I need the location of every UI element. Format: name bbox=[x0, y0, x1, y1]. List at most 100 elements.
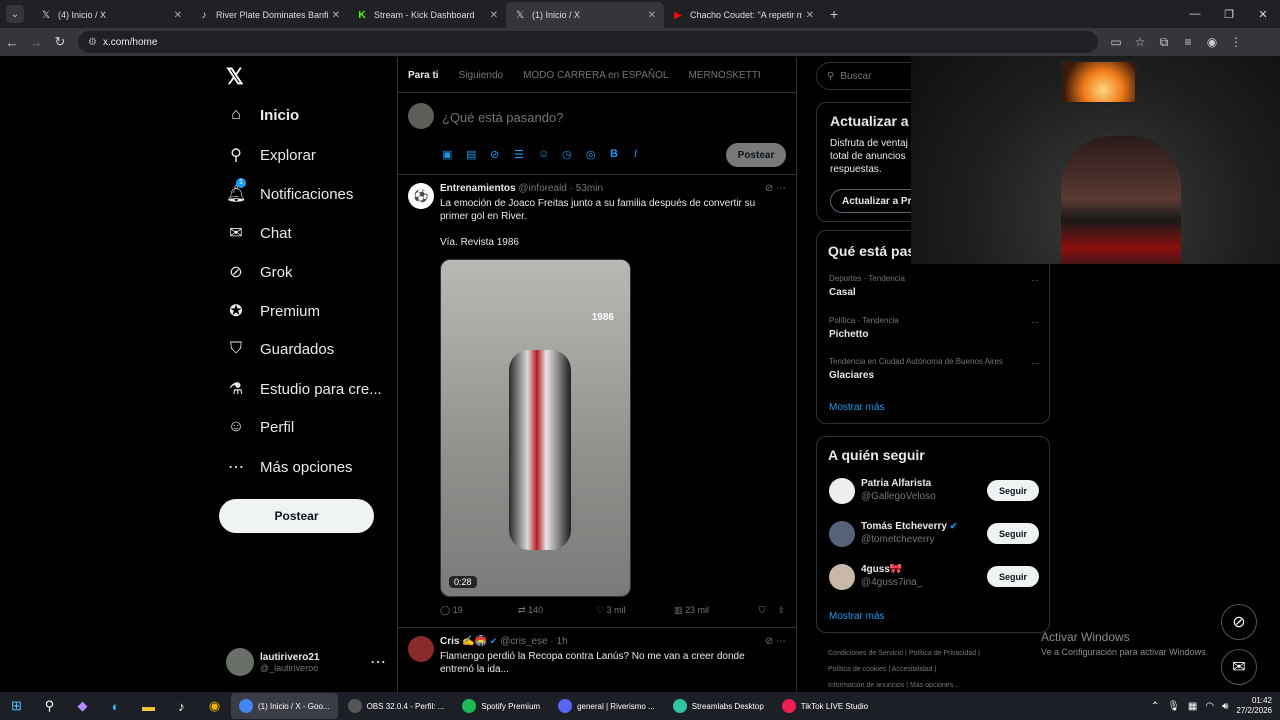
file-explorer-icon[interactable]: ▬ bbox=[132, 699, 165, 714]
tab-siguiendo[interactable]: Siguiendo bbox=[459, 70, 503, 81]
footer-link[interactable]: Condiciones de Servicio bbox=[828, 650, 903, 657]
close-icon[interactable]: ✕ bbox=[490, 10, 498, 21]
footer-link[interactable]: Política de Privacidad bbox=[909, 650, 976, 657]
grok-icon[interactable]: ⊘ bbox=[765, 183, 773, 194]
grok-icon[interactable]: ⊘ bbox=[1221, 604, 1257, 640]
footer-link[interactable]: Más opciones ... bbox=[910, 682, 961, 689]
tweet-handle[interactable]: @cris_ese bbox=[500, 636, 547, 647]
nav-item-explorar[interactable]: ⚲ Explorar bbox=[226, 145, 316, 165]
browser-tab-active[interactable]: 𝕏 (1) Inicio / X ✕ bbox=[506, 2, 664, 28]
nav-item-notificaciones[interactable]: 🔔︎ 1 Notificaciones bbox=[226, 178, 353, 204]
tweet[interactable]: ⚽ Entrenamientos @inforeald · 53min ⊘ ⋯ … bbox=[398, 175, 796, 628]
volume-icon[interactable]: 🔊︎ bbox=[1222, 701, 1228, 712]
tiktok-icon[interactable]: ♪ bbox=[165, 699, 198, 714]
site-info-icon[interactable]: ⚙ bbox=[88, 37, 97, 48]
more-icon[interactable]: ⋯ bbox=[1031, 276, 1039, 285]
extensions-icon[interactable]: ⧉ bbox=[1152, 35, 1176, 50]
footer-link[interactable]: Política de cookies bbox=[828, 666, 886, 673]
schedule-icon[interactable]: ◷ bbox=[562, 148, 586, 161]
forward-button[interactable]: → bbox=[24, 35, 48, 50]
nav-item-chat[interactable]: ✉ Chat bbox=[226, 223, 291, 243]
tab-para-ti[interactable]: Para ti bbox=[408, 70, 439, 81]
copilot-icon[interactable]: ◆ bbox=[66, 698, 99, 714]
menu-icon[interactable]: ⋮ bbox=[1224, 35, 1248, 50]
tab-mernosketti[interactable]: MERNOSKETTI bbox=[688, 70, 760, 81]
bold-icon[interactable]: B bbox=[610, 148, 634, 161]
like-button[interactable]: ♡ 3 mil bbox=[596, 605, 674, 616]
account-switcher[interactable]: lautirivero21 @_lautiriveroo ⋯ bbox=[226, 648, 386, 676]
taskbar-app[interactable]: (1) Inicio / X - Goo... bbox=[231, 693, 338, 719]
taskbar-app[interactable]: Spotify Premium bbox=[454, 693, 548, 719]
search-icon[interactable]: ⚲ bbox=[33, 698, 66, 714]
share-icon[interactable]: ⇪ bbox=[777, 605, 785, 616]
more-icon[interactable]: ⋯ bbox=[1031, 359, 1039, 368]
close-icon[interactable]: ✕ bbox=[806, 10, 814, 21]
tweet-author[interactable]: Cris ✍️🏟️ bbox=[440, 636, 487, 647]
browser-tab[interactable]: ♪River Plate Dominates Banfield✕ bbox=[190, 2, 348, 28]
show-more-link[interactable]: Mostrar más bbox=[829, 402, 885, 413]
tweet-time[interactable]: 1h bbox=[557, 636, 568, 647]
reply-button[interactable]: ◯ 19 bbox=[440, 605, 518, 616]
nav-item-mas-opciones[interactable]: ⋯ Más opciones bbox=[226, 457, 353, 477]
trend-item[interactable]: Tendencia en Ciudad Autónoma de Buenos A… bbox=[829, 357, 1039, 381]
follow-item[interactable]: Patria Alfarista @GallegoVeloso Seguir bbox=[829, 476, 1039, 506]
tweet-time[interactable]: 53min bbox=[576, 183, 603, 194]
more-icon[interactable]: ⋯ bbox=[776, 636, 786, 647]
close-icon[interactable]: ✕ bbox=[174, 10, 182, 21]
taskbar-app[interactable]: Streamlabs Desktop bbox=[665, 693, 772, 719]
nav-item-grok[interactable]: ⊘ Grok bbox=[226, 262, 292, 282]
close-icon[interactable]: ✕ bbox=[648, 10, 656, 21]
bookmark-icon[interactable]: ⛉ bbox=[759, 605, 766, 616]
taskbar-app[interactable]: general | Riverismo ... bbox=[550, 693, 663, 719]
more-icon[interactable]: ⋯ bbox=[776, 183, 786, 194]
post-button[interactable]: Postear bbox=[219, 499, 374, 533]
chrome-icon[interactable]: ◉ bbox=[198, 698, 231, 714]
italic-icon[interactable]: I bbox=[634, 148, 658, 161]
views-button[interactable]: ▥ 23 mil bbox=[674, 605, 752, 616]
wifi-icon[interactable]: ◠ bbox=[1205, 701, 1214, 712]
more-icon[interactable]: ⋯ bbox=[1031, 318, 1039, 327]
browser-tab[interactable]: 𝕏 (4) Inicio / X ✕ bbox=[32, 2, 190, 28]
image-icon[interactable]: ▣ bbox=[442, 148, 466, 161]
show-more-link[interactable]: Mostrar más bbox=[829, 611, 885, 622]
trend-item[interactable]: Deportes · Tendencia Casal ⋯ bbox=[829, 274, 1039, 298]
retweet-button[interactable]: ⇄ 140 bbox=[518, 605, 596, 616]
grok-icon[interactable]: ⊘ bbox=[490, 148, 514, 161]
cast-icon[interactable]: ▭ bbox=[1104, 35, 1128, 50]
taskbar-app[interactable]: OBS 32.0.4 - Perfil: ... bbox=[340, 693, 453, 719]
tab-modo-carrera[interactable]: MODO CARRERA en ESPAÑOL bbox=[523, 70, 668, 81]
compose-post-button[interactable]: Postear bbox=[726, 143, 786, 167]
microphone-icon[interactable]: 🎙︎ bbox=[1167, 701, 1180, 712]
footer-link[interactable]: Información de anuncios bbox=[828, 682, 904, 689]
browser-tab[interactable]: K Stream - Kick Dashboard ✕ bbox=[348, 2, 506, 28]
start-icon[interactable]: ⊞ bbox=[0, 698, 33, 714]
tweet-video[interactable]: 1986 0:28 bbox=[440, 259, 631, 597]
messages-icon[interactable]: ✉ bbox=[1221, 649, 1257, 685]
edge-icon[interactable]: ◐ bbox=[99, 699, 132, 714]
nav-item-inicio[interactable]: ⌂ Inicio bbox=[226, 106, 299, 124]
bookmark-star-icon[interactable]: ☆ bbox=[1128, 35, 1152, 50]
reload-button[interactable]: ↻ bbox=[48, 34, 72, 50]
tweet-handle[interactable]: @inforeald bbox=[518, 183, 567, 194]
clock[interactable]: 01:42 27/2/2026 bbox=[1236, 696, 1272, 716]
new-tab-button[interactable]: + bbox=[830, 6, 838, 22]
follow-button[interactable]: Seguir bbox=[987, 480, 1039, 501]
trend-item[interactable]: Política · Tendencia Pichetto ⋯ bbox=[829, 316, 1039, 340]
nav-item-guardados[interactable]: ⛉ Guardados bbox=[226, 340, 334, 358]
network-icon[interactable]: ▦ bbox=[1188, 701, 1197, 712]
close-window-button[interactable]: ✕ bbox=[1246, 0, 1280, 28]
tab-search-button[interactable]: ⌄ bbox=[6, 5, 24, 23]
restore-button[interactable]: ❐ bbox=[1212, 0, 1246, 28]
follow-item[interactable]: 4guss🎀 @4guss7ina_ Seguir bbox=[829, 562, 1039, 592]
follow-button[interactable]: Seguir bbox=[987, 523, 1039, 544]
tweet-author[interactable]: Entrenamientos bbox=[440, 183, 516, 194]
avatar[interactable] bbox=[408, 636, 434, 662]
nav-item-perfil[interactable]: ☺ Perfil bbox=[226, 418, 294, 436]
media-icon[interactable]: ≡ bbox=[1176, 35, 1200, 50]
follow-item[interactable]: Tomás Etcheverry ✔ @tometcheverry Seguir bbox=[829, 519, 1039, 549]
footer-link[interactable]: Accesibilidad bbox=[892, 666, 933, 673]
browser-tab[interactable]: ▶Chacho Coudet: "A repetir mucho✕ bbox=[664, 2, 822, 28]
emoji-icon[interactable]: ☺ bbox=[538, 148, 562, 161]
nav-item-premium[interactable]: ✪ Premium bbox=[226, 301, 320, 321]
close-icon[interactable]: ✕ bbox=[332, 10, 340, 21]
